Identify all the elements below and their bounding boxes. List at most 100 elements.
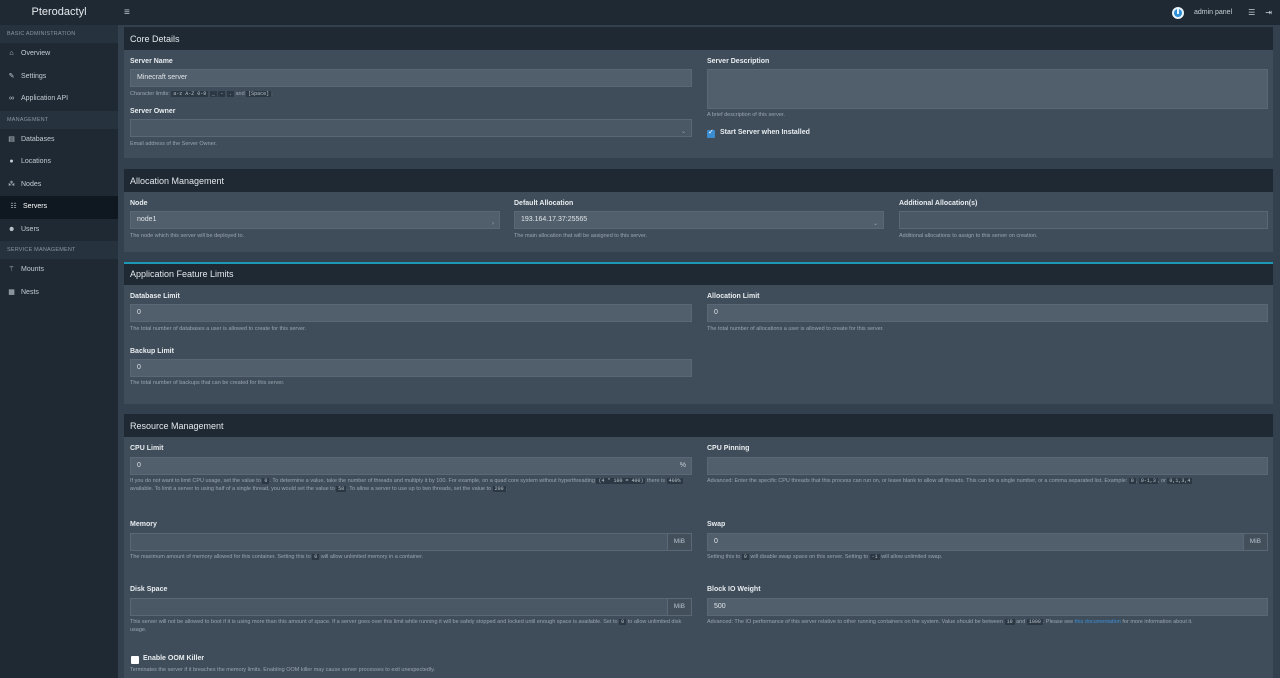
wrench-icon: ✎ <box>8 72 15 80</box>
sidebar-item-databases[interactable]: ▤ Databases <box>0 129 118 152</box>
server-icon: ☷ <box>10 203 17 210</box>
th-large-icon: ▦ <box>8 288 15 296</box>
backup-limit-help: The total number of backups that can be … <box>130 380 285 386</box>
oom-killer-help: Terminates the server if it breaches the… <box>130 667 435 673</box>
sidebar-section-header: BASIC ADMINISTRATION <box>0 25 118 43</box>
memory-help: The maximum amount of memory allowed for… <box>130 553 423 561</box>
sidebar: BASIC ADMINISTRATION ⌂ Overview ✎ Settings… <box>0 25 118 678</box>
node-select[interactable]: node1 › <box>130 211 500 229</box>
block-io-label: Block IO Weight <box>707 586 761 593</box>
additional-allocations-help: Additional allocations to assign to this… <box>899 233 1038 239</box>
user-name[interactable]: admin panel <box>1194 9 1232 16</box>
block-io-input[interactable]: 500 <box>707 598 1268 616</box>
allocation-limit-help: The total number of allocations a user i… <box>707 326 884 332</box>
swap-input[interactable]: 0 MiB <box>707 533 1268 551</box>
code-snippet: 0 <box>312 554 320 560</box>
help-text: will allow unlimited memory in a contain… <box>320 554 424 560</box>
database-limit-label: Database Limit <box>130 293 180 300</box>
cpu-limit-input[interactable]: 0% <box>130 457 692 475</box>
magic-icon: ⚚ <box>8 266 15 273</box>
swap-value: 0 <box>714 538 718 545</box>
code-snippet: 0,1,3,4 <box>1167 478 1193 484</box>
logout-icon[interactable]: ⇥ <box>1265 8 1272 17</box>
help-text: The maximum amount of memory allowed for… <box>130 554 311 560</box>
cpu-limit-label: CPU Limit <box>130 445 164 452</box>
mib-addon: MiB <box>666 599 691 615</box>
server-description-textarea[interactable] <box>707 69 1268 109</box>
code-snippet: -1 <box>869 554 880 560</box>
sidebar-item-nests[interactable]: ▦ Nests <box>0 282 118 305</box>
cpu-limit-help: If you do not want to limit CPU usage, s… <box>130 477 690 493</box>
documentation-link[interactable]: this documentation <box>1075 619 1121 625</box>
allocation-limit-input[interactable]: 0 <box>707 304 1268 322</box>
sidebar-item-label: Mounts <box>21 266 44 273</box>
code-snippet: - <box>218 91 226 97</box>
code-snippet: [Space] <box>246 91 272 97</box>
cpu-pinning-help: Advanced: Enter the specific CPU threads… <box>707 478 1193 484</box>
sidebar-toggle-icon[interactable]: ≡ <box>124 7 130 18</box>
disk-space-help: This server will not be allowed to boot … <box>130 618 696 634</box>
chevron-down-icon: ⌄ <box>680 129 686 135</box>
server-owner-label: Server Owner <box>130 108 176 115</box>
top-navbar: Pterodactyl ≡ admin panel ☰ ⇥ <box>0 0 1280 25</box>
sidebar-item-label: Settings <box>21 72 47 80</box>
user-avatar-icon[interactable] <box>1171 6 1184 19</box>
oom-killer-label[interactable]: Enable OOM Killer <box>143 655 204 662</box>
code-snippet: 200 <box>492 486 506 492</box>
sidebar-item-application-api[interactable]: ∞ Application API <box>0 88 118 111</box>
code-snippet: 0 <box>741 554 749 560</box>
help-text: Advanced: The IO performance of this ser… <box>707 619 1004 625</box>
sidebar-item-locations[interactable]: ● Locations <box>0 151 118 174</box>
start-server-checkbox[interactable] <box>707 128 715 138</box>
sidebar-item-servers[interactable]: ☷ Servers <box>0 196 118 219</box>
sidebar-item-nodes[interactable]: ⁂ Nodes <box>0 174 118 197</box>
memory-label: Memory <box>130 521 157 528</box>
start-server-label[interactable]: Start Server when Installed <box>720 129 810 136</box>
cpu-limit-value: 0 <box>137 462 141 469</box>
default-allocation-select[interactable]: 193.164.17.37:25565 ⌄ <box>514 211 884 229</box>
sidebar-item-settings[interactable]: ✎ Settings <box>0 66 118 89</box>
block-io-help: Advanced: The IO performance of this ser… <box>707 618 1267 626</box>
sidebar-item-users[interactable]: ☻ Users <box>0 219 118 242</box>
node-label: Node <box>130 200 148 207</box>
sidebar-section-header: SERVICE MANAGEMENT <box>0 241 118 259</box>
home-icon: ⌂ <box>9 50 14 57</box>
users-icon: ☻ <box>8 225 16 233</box>
brand-logo[interactable]: Pterodactyl <box>0 0 118 25</box>
sidebar-item-overview[interactable]: ⌂ Overview <box>0 43 118 66</box>
cpu-pinning-input[interactable] <box>707 457 1268 475</box>
help-text: If you do not want to limit CPU usage, s… <box>130 478 261 484</box>
memory-input[interactable]: MiB <box>130 533 692 551</box>
feature-limits-panel: Application Feature Limits Database Limi… <box>124 262 1273 404</box>
sitemap-icon: ⁂ <box>8 180 15 188</box>
help-text: for more information about it. <box>1122 619 1193 625</box>
code-snippet: 400% <box>666 478 683 484</box>
panel-title: Application Feature Limits <box>124 264 1273 285</box>
sidebar-item-label: Locations <box>21 158 51 165</box>
database-limit-help: The total number of databases a user is … <box>130 326 307 332</box>
sidebar-item-label: Application API <box>21 95 69 102</box>
owner-help: Email address of the Server Owner. <box>130 141 217 147</box>
server-name-input[interactable]: Minecraft server <box>130 69 692 87</box>
disk-space-input[interactable]: MiB <box>130 598 692 616</box>
backup-limit-input[interactable]: 0 <box>130 359 692 377</box>
server-owner-select[interactable]: ⌄ <box>130 119 692 137</box>
description-help: A brief description of this server. <box>707 112 785 118</box>
help-text: Setting this to <box>707 554 741 560</box>
server-list-icon[interactable]: ☰ <box>1248 8 1255 17</box>
sidebar-item-mounts[interactable]: ⚚ Mounts <box>0 259 118 282</box>
code-snippet: a-z A-Z 0-9 <box>171 91 209 97</box>
code-snippet: (4 * 100 = 400) <box>596 478 646 484</box>
resource-management-panel: Resource Management CPU Limit 0% If you … <box>124 414 1273 678</box>
allocation-limit-label: Allocation Limit <box>707 293 760 300</box>
sidebar-item-label: Servers <box>23 203 48 210</box>
help-text: Advanced: Enter the specific CPU threads… <box>707 478 1128 484</box>
oom-killer-checkbox[interactable] <box>131 656 139 664</box>
database-limit-input[interactable]: 0 <box>130 304 692 322</box>
help-text: will disable swap space on this server. … <box>750 554 869 560</box>
additional-allocations-select[interactable] <box>899 211 1268 229</box>
default-allocation-value: 193.164.17.37:25565 <box>521 216 588 223</box>
cpu-pinning-label: CPU Pinning <box>707 445 750 452</box>
help-text: , or <box>1157 478 1166 484</box>
swap-label: Swap <box>707 521 726 528</box>
